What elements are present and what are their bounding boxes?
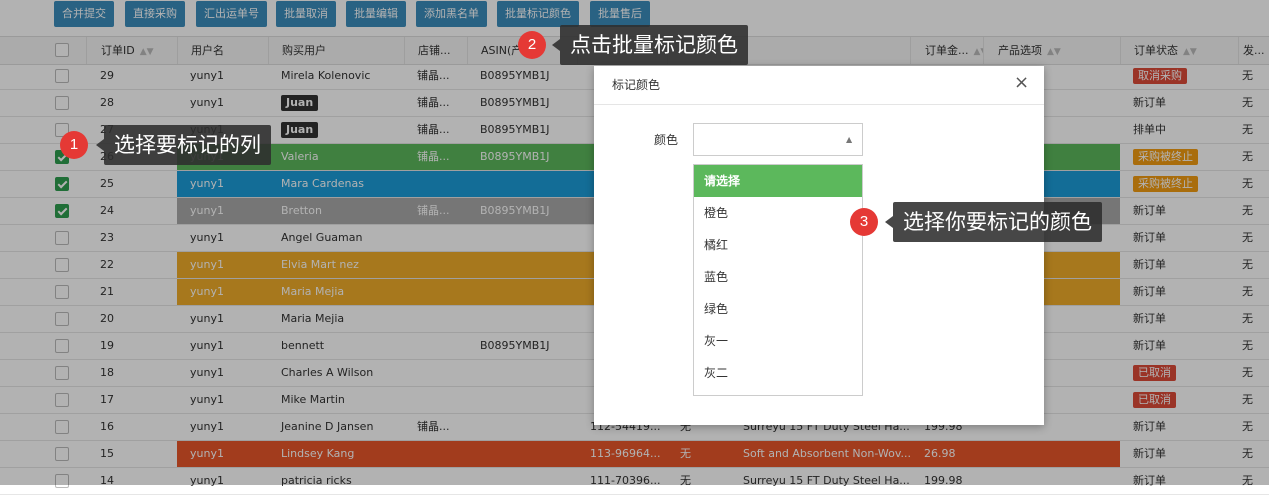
step-1-callout: 选择要标记的列 xyxy=(96,125,271,165)
step-3-callout: 选择你要标记的颜色 xyxy=(885,202,1102,242)
color-option-tangerine[interactable]: 橘红 xyxy=(694,229,862,261)
step-1-badge: 1 xyxy=(60,131,88,159)
color-option-blue[interactable]: 蓝色 xyxy=(694,261,862,293)
close-icon[interactable]: × xyxy=(1014,74,1029,92)
mark-color-modal: 标记颜色 × 颜色 ▲ 请选择 橙色 橘红 蓝色 绿色 灰一 灰二 xyxy=(594,66,1044,425)
color-select[interactable]: ▲ xyxy=(693,123,863,156)
color-field-label: 颜色 xyxy=(654,133,679,147)
color-option-gray-one[interactable]: 灰一 xyxy=(694,325,862,357)
step-2-callout: 点击批量标记颜色 xyxy=(552,25,748,65)
color-dropdown: 请选择 橙色 橘红 蓝色 绿色 灰一 灰二 xyxy=(693,164,863,396)
color-option-placeholder[interactable]: 请选择 xyxy=(694,165,862,197)
step-3-badge: 3 xyxy=(850,208,878,236)
step-2-badge: 2 xyxy=(518,31,546,59)
color-option-green[interactable]: 绿色 xyxy=(694,293,862,325)
color-option-gray-two[interactable]: 灰二 xyxy=(694,357,862,389)
modal-header: 标记颜色 × xyxy=(594,66,1044,105)
caret-up-icon: ▲ xyxy=(846,135,853,144)
color-option-orange[interactable]: 橙色 xyxy=(694,197,862,229)
modal-title: 标记颜色 xyxy=(612,78,661,92)
